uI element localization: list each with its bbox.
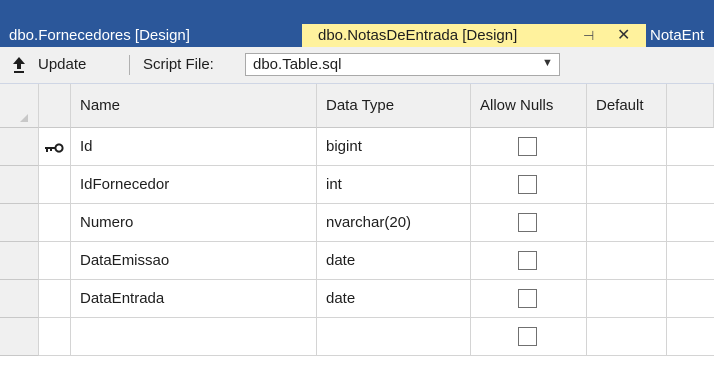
column-header-filler bbox=[667, 84, 714, 128]
allow-nulls-checkbox[interactable] bbox=[518, 137, 537, 156]
filler-cell bbox=[667, 204, 714, 242]
row-selector[interactable] bbox=[0, 204, 39, 242]
column-name-cell[interactable]: DataEmissao bbox=[71, 242, 317, 280]
close-icon[interactable]: ✕ bbox=[617, 24, 630, 47]
key-cell bbox=[39, 204, 71, 242]
key-cell bbox=[39, 128, 71, 166]
tab-label: NotaEnt bbox=[650, 27, 705, 44]
key-cell bbox=[39, 242, 71, 280]
column-name-cell[interactable]: IdFornecedor bbox=[71, 166, 317, 204]
tab-notasdeentrada-design[interactable]: dbo.NotasDeEntrada [Design] ⊣ ✕ bbox=[302, 24, 646, 47]
select-all-corner[interactable] bbox=[0, 84, 39, 128]
row-selector[interactable] bbox=[0, 318, 39, 356]
filler-cell bbox=[667, 166, 714, 204]
row-selector[interactable] bbox=[0, 166, 39, 204]
data-type-cell[interactable]: nvarchar(20) bbox=[317, 204, 471, 242]
update-arrow-icon[interactable] bbox=[12, 56, 26, 74]
script-file-value: dbo.Table.sql bbox=[253, 56, 342, 73]
column-name-cell[interactable]: Id bbox=[71, 128, 317, 166]
default-cell[interactable] bbox=[587, 280, 667, 318]
data-type-cell[interactable] bbox=[317, 318, 471, 356]
column-header-allow-nulls[interactable]: Allow Nulls bbox=[471, 84, 587, 128]
default-cell[interactable] bbox=[587, 166, 667, 204]
tab-label: dbo.NotasDeEntrada [Design] bbox=[318, 27, 518, 44]
allow-nulls-checkbox[interactable] bbox=[518, 327, 537, 346]
tab-notaent[interactable]: NotaEnt bbox=[648, 24, 714, 47]
allow-nulls-cell bbox=[471, 318, 587, 356]
filler-cell bbox=[667, 280, 714, 318]
table-row[interactable]: DataEmissao date bbox=[0, 242, 714, 280]
table-row[interactable]: Numero nvarchar(20) bbox=[0, 204, 714, 242]
row-selector[interactable] bbox=[0, 128, 39, 166]
designer-toolbar: Update Script File: dbo.Table.sql ▼ bbox=[0, 47, 714, 84]
column-header-data-type[interactable]: Data Type bbox=[317, 84, 471, 128]
allow-nulls-checkbox[interactable] bbox=[518, 175, 537, 194]
row-selector[interactable] bbox=[0, 242, 39, 280]
allow-nulls-checkbox[interactable] bbox=[518, 289, 537, 308]
script-file-dropdown[interactable]: dbo.Table.sql ▼ bbox=[245, 53, 560, 76]
script-file-label: Script File: bbox=[143, 56, 214, 73]
key-cell bbox=[39, 318, 71, 356]
table-row[interactable]: DataEntrada date bbox=[0, 280, 714, 318]
filler-cell bbox=[667, 242, 714, 280]
allow-nulls-cell bbox=[471, 166, 587, 204]
table-row[interactable]: Id bigint bbox=[0, 128, 714, 166]
key-column-header bbox=[39, 84, 71, 128]
allow-nulls-cell bbox=[471, 280, 587, 318]
default-cell[interactable] bbox=[587, 128, 667, 166]
column-header-default[interactable]: Default bbox=[587, 84, 667, 128]
allow-nulls-cell bbox=[471, 128, 587, 166]
default-cell[interactable] bbox=[587, 242, 667, 280]
tab-fornecedores-design[interactable]: dbo.Fornecedores [Design] bbox=[0, 24, 298, 47]
column-name-cell[interactable]: Numero bbox=[71, 204, 317, 242]
allow-nulls-checkbox[interactable] bbox=[518, 251, 537, 270]
column-name-cell[interactable] bbox=[71, 318, 317, 356]
column-header-name[interactable]: Name bbox=[71, 84, 317, 128]
toolbar-separator bbox=[129, 55, 130, 75]
column-name-cell[interactable]: DataEntrada bbox=[71, 280, 317, 318]
default-cell[interactable] bbox=[587, 318, 667, 356]
default-cell[interactable] bbox=[587, 204, 667, 242]
allow-nulls-cell bbox=[471, 242, 587, 280]
row-selector[interactable] bbox=[0, 280, 39, 318]
key-cell bbox=[39, 166, 71, 204]
table-row[interactable] bbox=[0, 318, 714, 356]
filler-cell bbox=[667, 128, 714, 166]
update-button[interactable]: Update bbox=[38, 56, 86, 73]
allow-nulls-checkbox[interactable] bbox=[518, 213, 537, 232]
data-type-cell[interactable]: bigint bbox=[317, 128, 471, 166]
dropdown-arrow-icon[interactable]: ▼ bbox=[542, 57, 553, 69]
data-type-cell[interactable]: date bbox=[317, 280, 471, 318]
columns-grid: Name Data Type Allow Nulls Default Id big… bbox=[0, 84, 714, 365]
filler-cell bbox=[667, 318, 714, 356]
data-type-cell[interactable]: date bbox=[317, 242, 471, 280]
data-type-cell[interactable]: int bbox=[317, 166, 471, 204]
key-cell bbox=[39, 280, 71, 318]
primary-key-icon bbox=[45, 143, 64, 153]
pin-icon[interactable]: ⊣ bbox=[583, 24, 594, 47]
document-tab-strip: dbo.Fornecedores [Design] dbo.NotasDeEnt… bbox=[0, 0, 714, 47]
tab-label: dbo.Fornecedores [Design] bbox=[9, 27, 190, 44]
allow-nulls-cell bbox=[471, 204, 587, 242]
table-row[interactable]: IdFornecedor int bbox=[0, 166, 714, 204]
